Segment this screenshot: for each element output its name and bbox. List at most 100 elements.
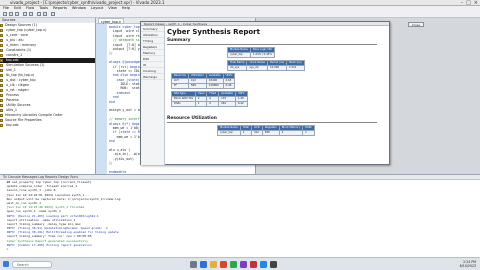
logic-utilization-table: Resource Utilization Available Util% LUT 412 6… (171, 73, 236, 89)
file-icon (0, 68, 3, 72)
table-cell: 412 (250, 130, 263, 136)
table-cell: Block RAM Tile (171, 96, 196, 102)
table-cell: 588 (187, 83, 207, 89)
file-icon (0, 103, 3, 107)
file-icon (0, 38, 3, 42)
report-title: Cyber Synthesis Report (167, 28, 260, 36)
file-icon (0, 58, 3, 62)
line-gutter (96, 24, 107, 174)
table-header-cell: Block Memory (278, 125, 304, 131)
taskbar: Search 2:24 PM 6/10/2023 (0, 257, 480, 270)
file-icon (0, 23, 3, 27)
task-view-icon[interactable] (190, 261, 197, 268)
open-folder-icon[interactable] (9, 12, 13, 16)
tree-row-label: Hierarchy Libraries Compile Order (5, 113, 63, 117)
tree-row-label: Process (5, 93, 19, 97)
console-line: > (3, 247, 11, 251)
table-header-cell: Available (218, 91, 236, 97)
file-icon (0, 63, 3, 67)
report-window-title: Report Viewer - synth_1 - Cyber Synthesi… (141, 22, 389, 26)
redo-icon[interactable] (29, 12, 33, 16)
table-header-cell: Slice Logic Util (249, 47, 275, 53)
file-icon (0, 48, 3, 52)
table-cell: clk_sys (226, 65, 248, 71)
tree-row-label: u_alu : alu (5, 38, 24, 42)
tree-row[interactable]: top.xdc (0, 123, 95, 128)
table-cell: 1 (302, 130, 315, 136)
table-cell: 588 (261, 130, 280, 136)
vivado-app-icon[interactable] (250, 261, 257, 268)
table-cell: 0 (206, 101, 220, 107)
desktop: vivado_project - [C:/projects/cyber_synt… (0, 0, 480, 270)
tree-row-label: Source File Properties (5, 118, 42, 122)
chat-icon[interactable] (240, 261, 247, 268)
file-icon (0, 33, 3, 37)
tree-row-label: u_dut : cyber_top (5, 78, 36, 82)
table-cell: 1 (194, 101, 208, 107)
source-tree: Design Sources (1) cyber_top (cyber_top.… (0, 23, 95, 128)
table-header-cell: Final Name (226, 60, 248, 66)
tree-row-label: Utility Sources (5, 103, 31, 107)
report-window: Report Viewer - synth_1 - Cyber Synthesi… (140, 21, 390, 165)
table-header-cell: Module Name (227, 47, 251, 53)
settings-icon[interactable] (51, 12, 55, 16)
tree-row-label: top.xdc (5, 123, 19, 127)
spreadsheet-icon[interactable] (230, 261, 237, 268)
report-nav-item[interactable]: Warnings (141, 74, 164, 80)
system-clock[interactable]: 2:24 PM 6/10/2023 (460, 260, 476, 268)
table-cell: cyber_top (227, 52, 251, 58)
table-cell: 0.46 (222, 83, 236, 89)
file-explorer-icon[interactable] (210, 261, 217, 268)
tree-row-label: sim_1 (5, 68, 16, 72)
table-cell: 126800 (205, 83, 224, 89)
file-icon (0, 113, 3, 117)
memory-utilization-table: Site Type Used Fixed Available Util% Block RA… (171, 91, 248, 107)
tree-row-label: Design Sources (1) (5, 23, 38, 27)
table-row: clk_sys sys_clk 10.000 2.341 (226, 65, 305, 71)
table-cell: 240 (218, 101, 236, 107)
tree-row-label: Params (5, 98, 19, 102)
run-icon[interactable] (37, 12, 41, 16)
file-icon (0, 88, 3, 92)
office-icon[interactable] (220, 261, 227, 268)
edge-browser-icon[interactable] (200, 261, 207, 268)
save-icon[interactable] (15, 12, 19, 16)
mail-icon[interactable] (260, 261, 267, 268)
undo-icon[interactable] (23, 12, 27, 16)
tree-row-label: constrs_1 (5, 53, 23, 57)
table-cell: 1.23% / 0.45% (249, 52, 275, 58)
file-icon (0, 83, 3, 87)
tree-row-label: u_clk : clkgen (5, 83, 30, 87)
tree-row-label: u_mem : memory (5, 43, 37, 47)
table-header-row: Resource Utilization Available Util% (171, 73, 236, 79)
taskbar-search[interactable]: Search (12, 261, 52, 268)
sources-panel: Sources Design Sources (1) cyber_top (cy… (0, 18, 96, 174)
console-output[interactable]: ## set_property top cyber_top [current_f… (0, 180, 480, 251)
file-icon (0, 118, 3, 122)
stop-icon[interactable] (43, 12, 47, 16)
file-icon (0, 73, 3, 77)
tcl-console: Tcl Console Messages Log Reports Design … (0, 174, 480, 257)
table-row: cyber_top 1 412 588 2 1 (217, 130, 315, 136)
start-icon[interactable] (3, 261, 9, 267)
table-cell: sys_clk (246, 65, 268, 71)
close-report-button[interactable]: Close (408, 22, 424, 27)
table-header-cell: Registers (261, 125, 280, 131)
tree-row-label: Constraints (1) (5, 48, 32, 52)
terminal-icon[interactable] (270, 261, 277, 268)
file-icon (0, 53, 3, 57)
tree-row-label: u_rst : rstgen (5, 88, 29, 92)
file-icon (0, 108, 3, 112)
table-cell: 10.000 (267, 65, 287, 71)
file-icon (0, 78, 3, 82)
file-icon (0, 43, 3, 47)
table-header-cell: Resource (171, 73, 189, 79)
tree-row-label: utils_1 (5, 108, 18, 112)
tree-row-label: top.xdc (5, 58, 19, 62)
table-header-cell: Slack (ns) (285, 60, 305, 66)
table-cell: 2 (278, 130, 304, 136)
file-icon (0, 28, 3, 32)
new-file-icon[interactable] (3, 12, 7, 16)
module-summary-table: Module Name Slice Logic Util cyber_top 1.23… (227, 47, 275, 58)
table-cell: 1 (239, 130, 252, 136)
